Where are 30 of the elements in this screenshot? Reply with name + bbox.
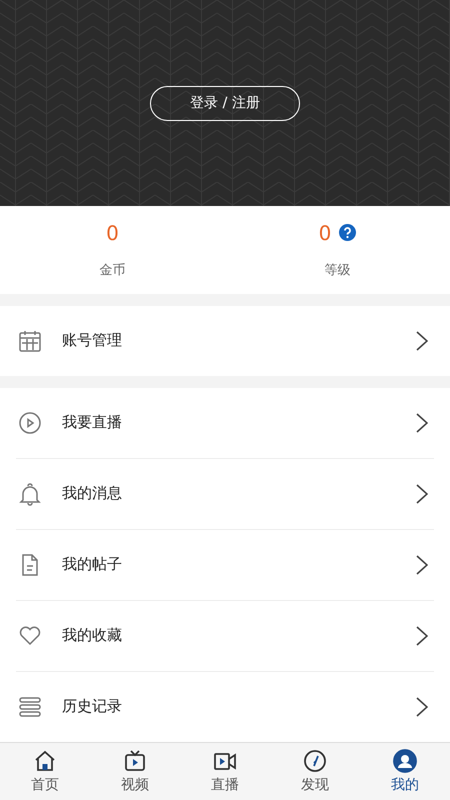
play-icon xyxy=(18,410,42,435)
stat-label: 金币 xyxy=(100,262,126,279)
chevron-icon xyxy=(416,412,428,433)
tab[interactable]: 我的 xyxy=(360,742,450,800)
tab[interactable]: 发现 xyxy=(270,742,360,800)
stat-label: 等级 xyxy=(324,262,350,279)
stat-value: 0 xyxy=(318,220,332,245)
tab[interactable]: 视频 xyxy=(90,742,180,800)
tab[interactable]: 直播 xyxy=(180,742,270,800)
user-icon xyxy=(393,748,417,773)
login-button[interactable]: 登录 / 注册 xyxy=(150,86,300,121)
home-icon xyxy=(33,748,57,773)
bell-icon xyxy=(18,482,42,506)
menu-item[interactable]: 我的消息 xyxy=(16,458,434,529)
compass-icon xyxy=(303,748,327,773)
list-icon xyxy=(18,694,42,719)
heart-icon xyxy=(18,624,42,648)
stat-value: 0 xyxy=(106,220,119,245)
calendar-icon xyxy=(18,328,42,353)
menu-item[interactable]: 我要直播 xyxy=(16,388,434,458)
chevron-icon xyxy=(416,330,428,351)
menu-item[interactable]: 我的收藏 xyxy=(16,600,434,671)
chevron-icon xyxy=(416,626,428,646)
chevron-icon xyxy=(416,484,428,504)
tab[interactable]: 首页 xyxy=(0,742,90,800)
chevron-icon xyxy=(416,696,428,717)
help-icon[interactable] xyxy=(339,224,356,242)
chevron-icon xyxy=(416,554,428,575)
menu-item[interactable]: 我的帖子 xyxy=(16,528,434,600)
tv-icon xyxy=(123,748,147,773)
